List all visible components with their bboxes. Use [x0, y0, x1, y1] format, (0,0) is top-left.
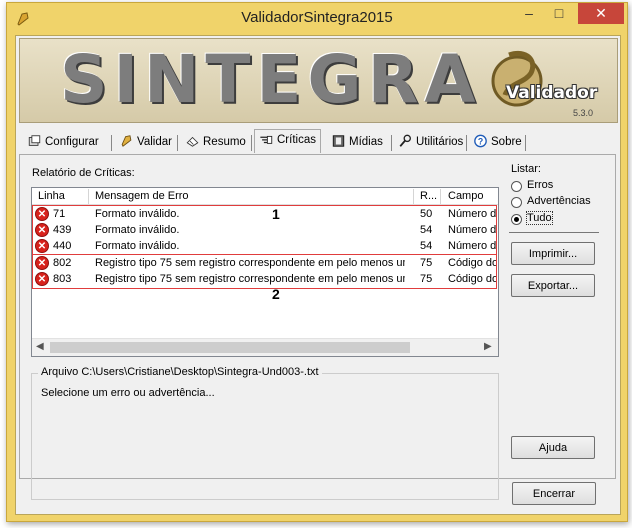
listar-label: Listar: — [511, 163, 541, 175]
tab-label: Resumo — [203, 136, 246, 148]
error-hint-text: Selecione um erro ou advertência... — [41, 387, 215, 399]
sintegra-banner: SINTEGRA Validador 5.3.0 — [19, 38, 618, 123]
close-window-button[interactable]: ✕ — [578, 3, 624, 24]
print-button[interactable]: Imprimir... — [511, 242, 595, 265]
radio-tudo-label[interactable]: Tudo — [526, 211, 553, 225]
scroll-thumb[interactable] — [50, 342, 410, 353]
listar-divider — [509, 232, 599, 233]
validate-icon — [121, 135, 132, 147]
gear-icon — [28, 135, 41, 146]
report-label: Relatório de Críticas: — [32, 167, 135, 179]
tab-label: Validar — [137, 136, 172, 148]
scroll-left-icon[interactable]: ◀ — [36, 341, 44, 352]
media-icon — [332, 135, 345, 147]
pointing-hand-icon — [260, 135, 273, 144]
radio-erros-label[interactable]: Erros — [527, 179, 553, 191]
help-button[interactable]: Ajuda — [511, 436, 595, 459]
scroll-right-icon[interactable]: ▶ — [484, 341, 492, 352]
tab-validar[interactable]: Validar — [115, 132, 176, 152]
help-icon: ? — [474, 134, 487, 148]
criticas-panel: Relatório de Críticas: Linha Mensagem de… — [19, 154, 616, 500]
svg-text:?: ? — [478, 137, 483, 147]
radio-tudo[interactable] — [511, 214, 522, 225]
banner-title: SINTEGRA — [60, 41, 482, 118]
version-label: 5.3.0 — [573, 108, 594, 118]
radio-erros[interactable] — [511, 181, 522, 192]
radio-advertencias-label[interactable]: Advertências — [527, 195, 591, 207]
tab-utilitarios[interactable]: Utilitários — [394, 132, 467, 152]
validador-seal-icon — [491, 51, 543, 107]
column-linha[interactable]: Linha — [32, 189, 89, 204]
client-area: SINTEGRA Validador 5.3.0 Configurar Vali… — [15, 35, 621, 515]
file-path-label: Arquivo C:\Users\Cristiane\Desktop\Sinte… — [38, 366, 322, 378]
column-campo[interactable]: Campo — [442, 189, 504, 204]
column-mensagem[interactable]: Mensagem de Erro — [89, 189, 414, 204]
tab-configurar[interactable]: Configurar — [23, 132, 103, 152]
maximize-button[interactable]: □ — [545, 3, 573, 25]
export-button[interactable]: Exportar... — [511, 274, 595, 297]
tab-criticas[interactable]: Críticas — [254, 129, 321, 153]
tab-label: Utilitários — [416, 136, 464, 148]
seal-label: Validador — [506, 83, 598, 103]
tab-midias[interactable]: Mídias — [327, 132, 387, 152]
criticas-list[interactable]: Linha Mensagem de Erro R... Campo ✕ 71 F… — [31, 187, 499, 357]
app-window: ValidadorSintegra2015 – □ ✕ SINTEGRA Val… — [6, 2, 628, 522]
tab-label: Críticas — [277, 134, 316, 146]
summary-icon — [186, 136, 199, 147]
minimize-button[interactable]: – — [515, 3, 543, 25]
horizontal-scrollbar[interactable]: ◀ ▶ — [32, 338, 498, 356]
tab-resumo[interactable]: Resumo — [181, 132, 250, 152]
highlight-box-2 — [32, 254, 497, 289]
tools-icon — [399, 134, 411, 147]
title-bar: ValidadorSintegra2015 – □ ✕ — [7, 3, 627, 35]
list-header: Linha Mensagem de Erro R... Campo — [32, 188, 498, 205]
highlight-marker-2: 2 — [272, 286, 280, 302]
close-button[interactable]: Encerrar — [512, 482, 596, 505]
tab-label: Mídias — [349, 136, 383, 148]
tab-sobre[interactable]: ? Sobre — [469, 132, 526, 152]
highlight-marker-1: 1 — [272, 206, 280, 222]
tab-label: Configurar — [45, 136, 99, 148]
highlight-box-1 — [32, 205, 497, 255]
column-r[interactable]: R... — [414, 189, 441, 204]
radio-advertencias[interactable] — [511, 197, 522, 208]
tab-label: Sobre — [491, 136, 522, 148]
